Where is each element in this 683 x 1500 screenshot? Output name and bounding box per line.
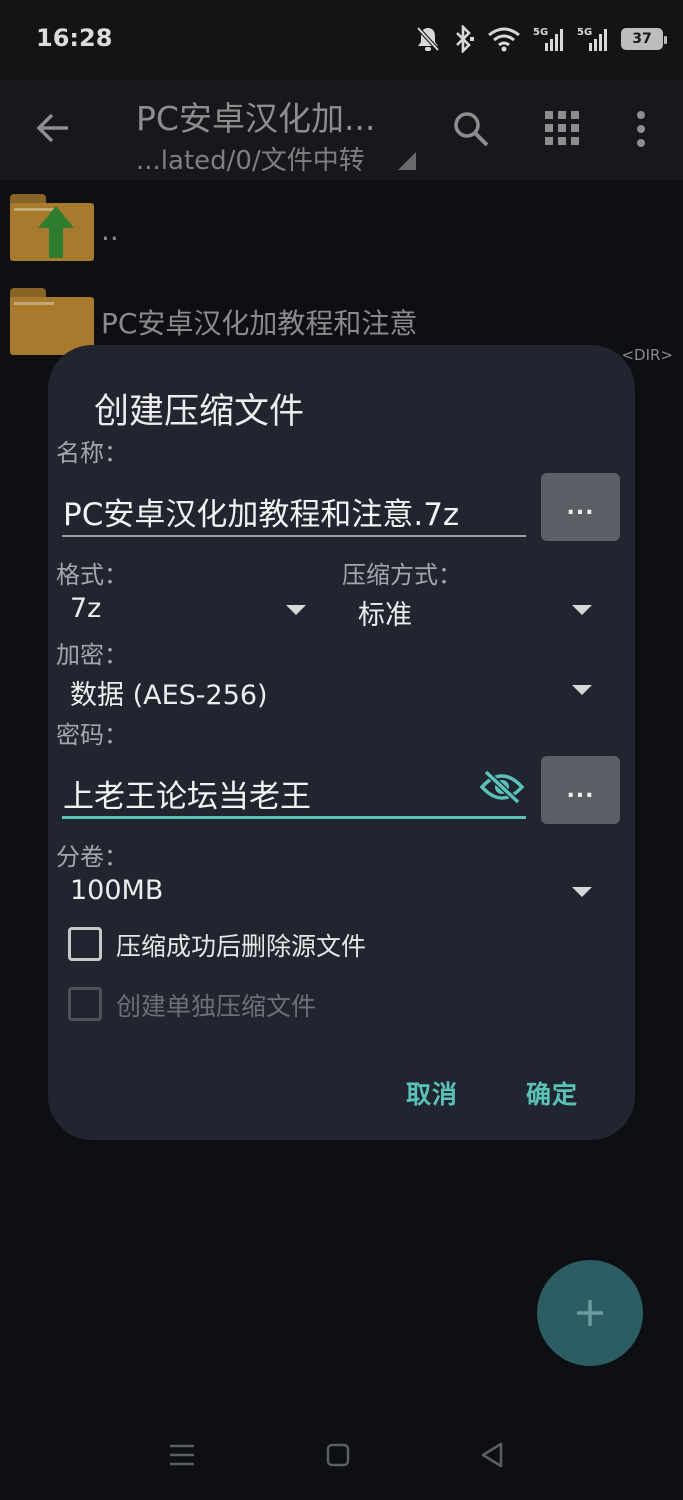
- password-input[interactable]: 上老王论坛当老王: [62, 757, 526, 819]
- browse-button[interactable]: ...: [541, 473, 620, 541]
- format-select[interactable]: 7z: [70, 593, 310, 633]
- add-fab-button[interactable]: [537, 1260, 643, 1366]
- visibility-off-icon[interactable]: [480, 769, 524, 805]
- mute-bell-icon: [416, 26, 440, 52]
- split-label: 分卷：: [56, 843, 128, 871]
- svg-text:5G: 5G: [577, 27, 592, 38]
- plus-icon: [577, 1300, 603, 1326]
- method-label: 压缩方式：: [342, 561, 462, 589]
- file-name: ..: [101, 214, 119, 247]
- dir-tag: <DIR>: [621, 346, 673, 364]
- archive-name-input[interactable]: PC安卓汉化加教程和注意.7z: [62, 475, 526, 537]
- svg-text:5G: 5G: [533, 27, 548, 38]
- dropdown-arrow-icon: [572, 605, 592, 615]
- system-nav-bar: [0, 1420, 683, 1500]
- dialog-title: 创建压缩文件: [94, 392, 305, 432]
- name-label: 名称：: [56, 439, 128, 467]
- search-icon[interactable]: [452, 110, 490, 148]
- encryption-select[interactable]: 数据 (AES-256): [70, 673, 600, 713]
- app-bar: PC安卓汉化加... ...lated/0/文件中转: [0, 80, 683, 180]
- split-select[interactable]: 100MB: [70, 875, 600, 915]
- grid-view-icon[interactable]: [545, 111, 579, 145]
- clock: 16:28: [36, 24, 113, 52]
- file-name: PC安卓汉化加教程和注意: [101, 307, 418, 340]
- list-item[interactable]: ..: [0, 190, 683, 280]
- format-value: 7z: [70, 593, 102, 624]
- battery-icon: 37: [621, 28, 667, 50]
- dropdown-arrow-icon: [286, 605, 306, 615]
- battery-level: 37: [632, 31, 652, 47]
- delete-source-label: 压缩成功后删除源文件: [116, 932, 367, 961]
- path-subtitle[interactable]: ...lated/0/文件中转: [136, 140, 365, 177]
- signal-5g-icon: 5G: [533, 27, 563, 51]
- encryption-value: 数据 (AES-256): [70, 680, 268, 711]
- separate-archives-checkbox: [68, 987, 102, 1021]
- separate-archives-option: 创建单独压缩文件: [68, 985, 568, 1025]
- status-icons: 5G 5G 37: [415, 22, 667, 56]
- bluetooth-icon: [456, 25, 474, 53]
- more-vert-icon[interactable]: [632, 110, 650, 148]
- dropdown-arrow-icon: [572, 887, 592, 897]
- app-title: PC安卓汉化加...: [136, 99, 376, 138]
- password-more-button[interactable]: ...: [541, 756, 620, 824]
- back-triangle-icon[interactable]: [480, 1442, 504, 1468]
- password-label: 密码：: [56, 721, 128, 749]
- ok-button[interactable]: 确定: [526, 1075, 578, 1111]
- encryption-label: 加密：: [56, 641, 128, 669]
- create-archive-dialog: 创建压缩文件 名称： PC安卓汉化加教程和注意.7z ... 格式： 压缩方式：…: [48, 345, 635, 1140]
- dropdown-arrow-icon: [572, 685, 592, 695]
- cancel-button[interactable]: 取消: [406, 1075, 458, 1111]
- menu-icon[interactable]: [170, 1444, 194, 1466]
- delete-source-checkbox[interactable]: [68, 927, 102, 961]
- back-arrow-icon[interactable]: [34, 108, 74, 148]
- home-square-icon[interactable]: [326, 1443, 350, 1467]
- separate-archives-label: 创建单独压缩文件: [116, 992, 317, 1021]
- method-value: 标准: [358, 600, 412, 631]
- split-value: 100MB: [70, 875, 164, 906]
- delete-source-option[interactable]: 压缩成功后删除源文件: [68, 925, 568, 965]
- signal-5g-icon: 5G: [577, 27, 607, 51]
- wifi-icon: [488, 27, 520, 52]
- path-dropdown-icon[interactable]: [398, 152, 416, 170]
- status-bar: 16:28 5G 5G 37: [0, 0, 683, 80]
- parent-folder-icon: [10, 194, 96, 264]
- method-select[interactable]: 标准: [358, 593, 598, 633]
- format-label: 格式：: [56, 561, 128, 589]
